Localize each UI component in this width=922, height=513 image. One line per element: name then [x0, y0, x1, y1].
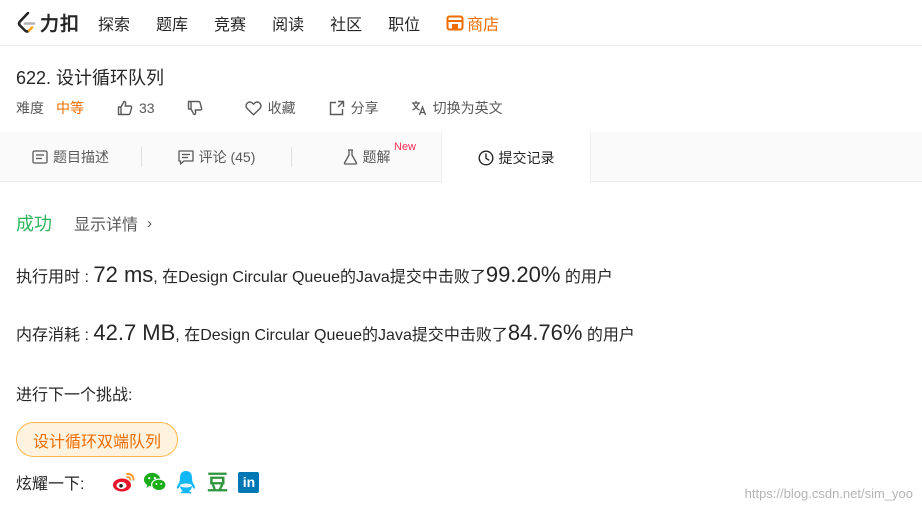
tab-solutions-label: 题解: [362, 149, 391, 165]
memory-stat: 内存消耗 : 42.7 MB, 在Design Circular Queue的J…: [16, 320, 635, 346]
show-details-link[interactable]: 显示详情 ›: [74, 211, 152, 235]
share-label: 分享: [350, 100, 379, 116]
result-status: 成功: [16, 214, 52, 234]
runtime-prefix: , 在Design Circular Queue的Java提交中击败了: [153, 269, 486, 286]
share-row: 炫耀一下: 豆 in: [16, 470, 266, 495]
question-header: 622. 设计循环队列 难度 中等 33 收藏 分享 切换为英文: [0, 47, 922, 132]
new-badge: New: [394, 141, 417, 153]
difficulty-label: 难度: [16, 100, 44, 116]
show-details-label: 显示详情: [74, 217, 139, 234]
favorite-label: 收藏: [267, 100, 296, 116]
translate-button[interactable]: 切换为英文: [411, 98, 503, 118]
thumbs-up-icon: [117, 100, 133, 116]
main-nav: 探索 题库 竞赛 阅读 社区 职位: [98, 11, 446, 35]
top-navbar: 力扣 探索 题库 竞赛 阅读 社区 职位 商店: [0, 0, 922, 46]
tab-submissions-label: 提交记录: [498, 149, 555, 166]
question-tabs: 题目描述 评论 (45) 题解 New 提交记录: [0, 132, 922, 183]
memory-suffix: 的用户: [582, 327, 635, 344]
tab-comments-label: 评论 (45): [198, 149, 256, 165]
share-icon: [329, 100, 344, 116]
favorite-button[interactable]: 收藏: [244, 98, 296, 118]
tab-description[interactable]: 题目描述: [0, 132, 141, 182]
weibo-icon[interactable]: [112, 470, 136, 494]
flask-icon: [343, 149, 357, 165]
douban-icon[interactable]: 豆: [205, 470, 229, 495]
runtime-percentile: 99.20%: [485, 262, 561, 287]
like-button[interactable]: 33: [117, 100, 155, 116]
memory-prefix: , 在Design Circular Queue的Java提交中击败了: [175, 327, 508, 344]
store-label: 商店: [467, 16, 500, 34]
watermark: https://blog.csdn.net/sim_yoo: [744, 486, 913, 501]
nav-item-contest[interactable]: 竞赛: [214, 11, 246, 35]
translate-label: 切换为英文: [432, 100, 503, 116]
qq-icon[interactable]: [174, 470, 198, 494]
dislike-button[interactable]: [187, 100, 209, 116]
nav-item-community[interactable]: 社区: [330, 11, 362, 35]
share-row-label: 炫耀一下:: [16, 476, 85, 493]
tab-description-label: 题目描述: [53, 149, 109, 165]
clock-icon: [477, 149, 494, 166]
difficulty-badge: 中等: [56, 100, 84, 116]
nav-item-problems[interactable]: 题库: [156, 11, 188, 35]
douban-glyph: 豆: [206, 472, 228, 495]
description-icon: [32, 150, 48, 164]
like-count: 33: [139, 100, 155, 116]
memory-percentile: 84.76%: [507, 320, 583, 345]
nav-item-explore[interactable]: 探索: [98, 11, 130, 35]
leetcode-logo-icon: [17, 11, 36, 33]
logo-text: 力扣: [40, 14, 81, 35]
nav-item-read[interactable]: 阅读: [272, 11, 304, 35]
runtime-stat: 执行用时 : 72 ms, 在Design Circular Queue的Jav…: [16, 262, 613, 288]
question-title: 622. 设计循环队列: [16, 68, 165, 88]
runtime-label: 执行用时 :: [16, 269, 89, 286]
linkedin-glyph: in: [242, 474, 256, 490]
question-meta: 难度 中等 33 收藏 分享 切换为英文: [16, 98, 503, 118]
comment-icon: [177, 149, 194, 165]
linkedin-icon[interactable]: in: [238, 471, 260, 493]
translate-icon: [411, 101, 426, 116]
wechat-icon[interactable]: [143, 470, 168, 494]
share-button[interactable]: 分享: [329, 98, 379, 118]
store-icon: [446, 15, 464, 30]
runtime-suffix: 的用户: [560, 269, 613, 286]
tab-comments[interactable]: 评论 (45): [142, 132, 291, 182]
memory-label: 内存消耗 :: [16, 327, 89, 344]
nav-item-jobs[interactable]: 职位: [388, 11, 420, 35]
runtime-value: 72 ms: [93, 262, 154, 287]
submission-result: 成功 显示详情 ›: [16, 210, 152, 236]
tab-solutions[interactable]: 题解: [292, 132, 441, 182]
heart-icon: [244, 100, 262, 115]
thumbs-down-icon: [187, 100, 202, 116]
next-challenge-button[interactable]: 设计循环双端队列: [16, 422, 179, 457]
leetcode-logo[interactable]: 力扣: [17, 9, 80, 36]
tab-submissions[interactable]: 提交记录: [441, 132, 591, 183]
nav-item-store[interactable]: 商店: [446, 11, 499, 35]
chevron-right-icon: ›: [147, 214, 153, 232]
next-challenge-label: 进行下一个挑战:: [16, 387, 133, 404]
memory-value: 42.7 MB: [93, 320, 176, 345]
